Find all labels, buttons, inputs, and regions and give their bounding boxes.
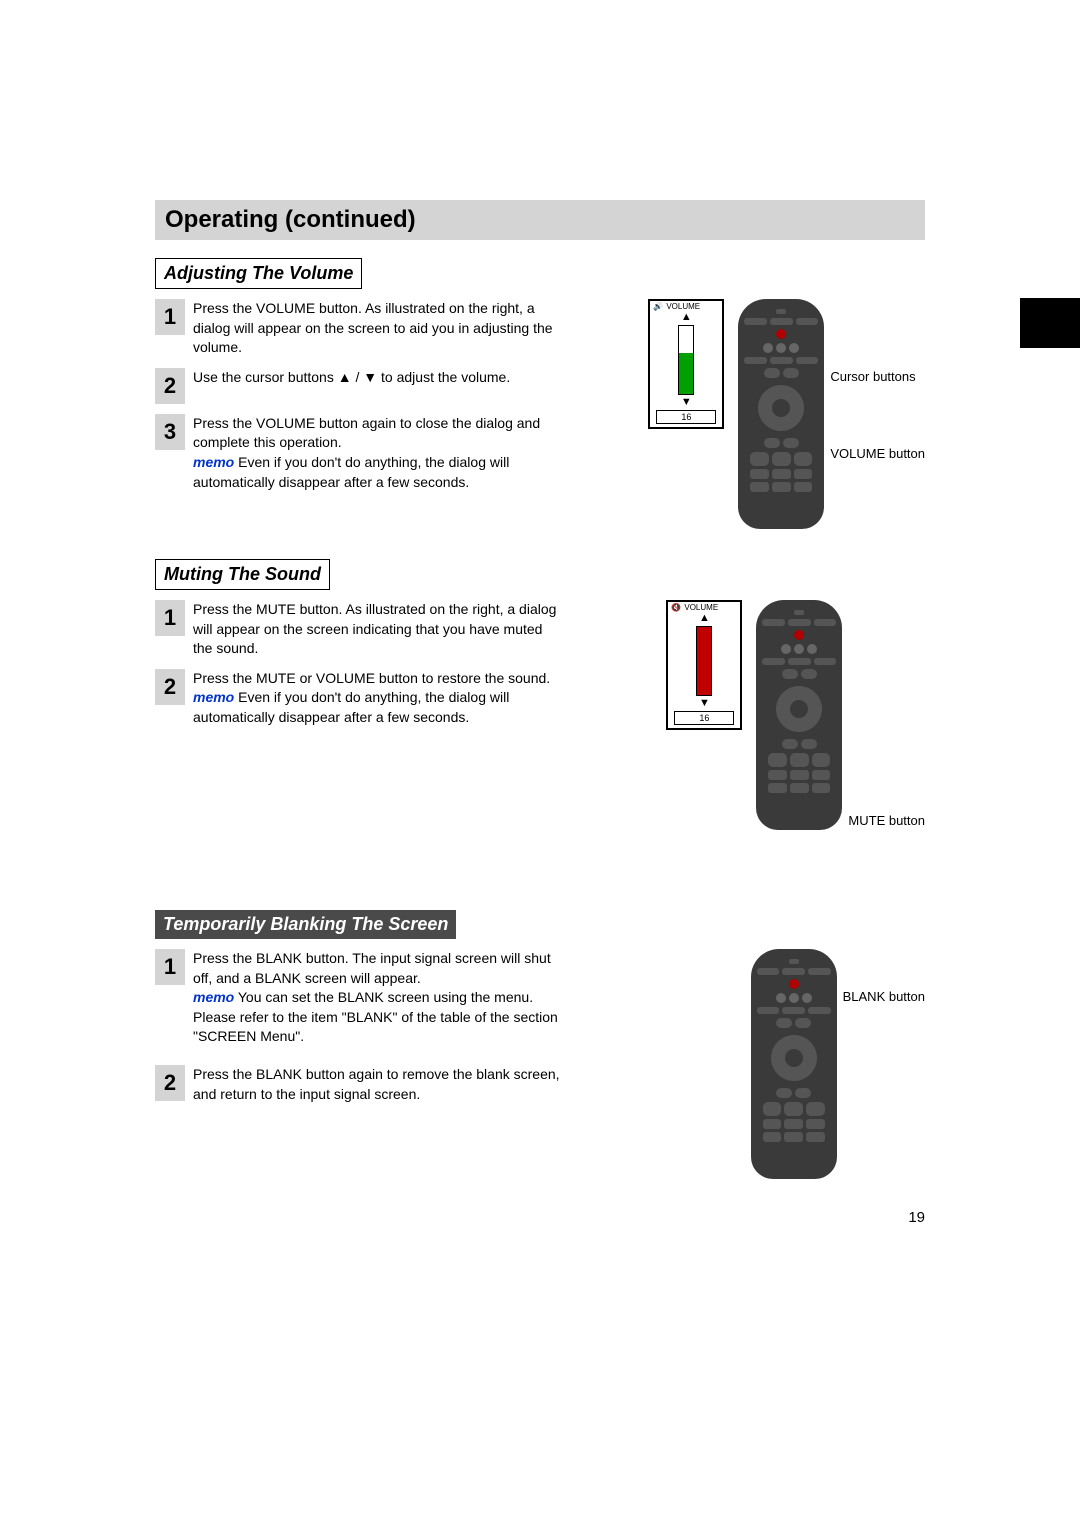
step: 1 Press the VOLUME button. As illustrate… bbox=[155, 299, 634, 358]
speaker-icon: 🔊 bbox=[653, 302, 663, 311]
button-row bbox=[744, 438, 818, 448]
volume-bar-fill bbox=[679, 353, 693, 394]
page-header: Operating (continued) bbox=[155, 200, 925, 240]
step: 1 Press the MUTE button. As illustrated … bbox=[155, 600, 652, 659]
power-button bbox=[794, 630, 804, 640]
keypad bbox=[763, 1102, 825, 1142]
blank-row: 1 Press the BLANK button. The input sign… bbox=[155, 949, 925, 1179]
cursor-dpad bbox=[771, 1035, 817, 1081]
cursor-dpad bbox=[776, 686, 822, 732]
memo-label: memo bbox=[193, 454, 234, 470]
step-number: 1 bbox=[155, 949, 185, 985]
remote-column: Cursor buttons VOLUME button bbox=[738, 299, 925, 529]
mute-bar-fill bbox=[697, 627, 711, 695]
step-text: Press the MUTE button. As illustrated on… bbox=[193, 600, 563, 659]
text: Press the MUTE or VOLUME button to resto… bbox=[193, 670, 550, 686]
step-number: 2 bbox=[155, 669, 185, 705]
step-number: 2 bbox=[155, 1065, 185, 1101]
ir-emitter bbox=[794, 610, 804, 615]
step-text: Use the cursor buttons ▲ / ▼ to adjust t… bbox=[193, 368, 510, 388]
remote-labels: Cursor buttons VOLUME button bbox=[830, 299, 925, 463]
mute-row: 1 Press the MUTE button. As illustrated … bbox=[155, 600, 925, 880]
mute-bar bbox=[696, 626, 712, 696]
keypad bbox=[768, 753, 830, 793]
cursor-dpad bbox=[758, 385, 804, 431]
button-row bbox=[744, 343, 818, 353]
manual-page: Operating (continued) Adjusting The Volu… bbox=[0, 0, 1080, 1286]
remote-column: BLANK button bbox=[751, 949, 925, 1179]
dialog-label: VOLUME bbox=[684, 603, 718, 612]
volume-dialog: 🔊 VOLUME ▲ ▼ 16 bbox=[648, 299, 724, 429]
black-side-tab bbox=[1020, 298, 1080, 348]
step: 2 Press the MUTE or VOLUME button to res… bbox=[155, 669, 652, 728]
step-text: Press the VOLUME button again to close t… bbox=[193, 414, 563, 492]
volume-value: 16 bbox=[656, 410, 716, 424]
section-title-mute: Muting The Sound bbox=[155, 559, 330, 590]
volume-steps: 1 Press the VOLUME button. As illustrate… bbox=[155, 299, 634, 502]
button-row bbox=[744, 368, 818, 378]
step: 3 Press the VOLUME button again to close… bbox=[155, 414, 634, 492]
memo-text: Even if you don't do anything, the dialo… bbox=[193, 454, 509, 490]
ir-emitter bbox=[789, 959, 799, 964]
section-title-blank: Temporarily Blanking The Screen bbox=[155, 910, 456, 939]
memo-label: memo bbox=[193, 689, 234, 705]
remote-labels: BLANK button bbox=[843, 949, 925, 1006]
text: Press the BLANK button. The input signal… bbox=[193, 950, 551, 986]
mute-button-label: MUTE button bbox=[848, 813, 925, 830]
text-pre: Use the cursor buttons bbox=[193, 369, 338, 385]
keypad bbox=[750, 452, 812, 492]
button-row bbox=[744, 318, 818, 325]
page-title: Operating (continued) bbox=[165, 206, 416, 233]
cursor-arrows: ▲ / ▼ bbox=[338, 369, 377, 385]
mute-dialog: 🔇 VOLUME ▲ ▼ 16 bbox=[666, 600, 742, 730]
down-arrow-icon: ▼ bbox=[668, 698, 740, 709]
ir-emitter bbox=[776, 309, 786, 314]
section-title-volume: Adjusting The Volume bbox=[155, 258, 362, 289]
step-number: 3 bbox=[155, 414, 185, 450]
remote-control-illustration bbox=[751, 949, 837, 1179]
up-arrow-icon: ▲ bbox=[650, 312, 722, 323]
remote-labels: MUTE button bbox=[848, 600, 925, 880]
step-number: 1 bbox=[155, 299, 185, 335]
step: 2 Press the BLANK button again to remove… bbox=[155, 1065, 737, 1104]
text-post: to adjust the volume. bbox=[377, 369, 510, 385]
step: 2 Use the cursor buttons ▲ / ▼ to adjust… bbox=[155, 368, 634, 404]
power-button bbox=[776, 329, 786, 339]
volume-row: 1 Press the VOLUME button. As illustrate… bbox=[155, 299, 925, 529]
step-text: Press the MUTE or VOLUME button to resto… bbox=[193, 669, 563, 728]
power-button bbox=[789, 979, 799, 989]
memo-label: memo bbox=[193, 989, 234, 1005]
up-arrow-icon: ▲ bbox=[668, 613, 740, 624]
step-text: Press the VOLUME button. As illustrated … bbox=[193, 299, 563, 358]
step: 1 Press the BLANK button. The input sign… bbox=[155, 949, 737, 1047]
blank-button-label: BLANK button bbox=[843, 989, 925, 1006]
volume-bar bbox=[678, 325, 694, 395]
mute-steps: 1 Press the MUTE button. As illustrated … bbox=[155, 600, 652, 738]
page-number: 19 bbox=[155, 1209, 925, 1226]
mute-icon: 🔇 bbox=[671, 603, 681, 612]
remote-column: MUTE button bbox=[756, 600, 925, 880]
volume-button-label: VOLUME button bbox=[830, 446, 925, 463]
step-number: 1 bbox=[155, 600, 185, 636]
text: Press the VOLUME button again to close t… bbox=[193, 415, 540, 451]
dialog-label: VOLUME bbox=[666, 302, 700, 311]
step-text: Press the BLANK button. The input signal… bbox=[193, 949, 563, 1047]
memo-text: Even if you don't do anything, the dialo… bbox=[193, 689, 509, 725]
cursor-buttons-label: Cursor buttons bbox=[830, 369, 925, 386]
down-arrow-icon: ▼ bbox=[650, 397, 722, 408]
step-text: Press the BLANK button again to remove t… bbox=[193, 1065, 563, 1104]
blank-steps: 1 Press the BLANK button. The input sign… bbox=[155, 949, 737, 1114]
mute-value: 16 bbox=[674, 711, 734, 725]
remote-control-illustration bbox=[756, 600, 842, 830]
memo-text: You can set the BLANK screen using the m… bbox=[193, 989, 558, 1044]
remote-control-illustration bbox=[738, 299, 824, 529]
button-row bbox=[744, 357, 818, 364]
button-row bbox=[744, 329, 818, 339]
step-number: 2 bbox=[155, 368, 185, 404]
